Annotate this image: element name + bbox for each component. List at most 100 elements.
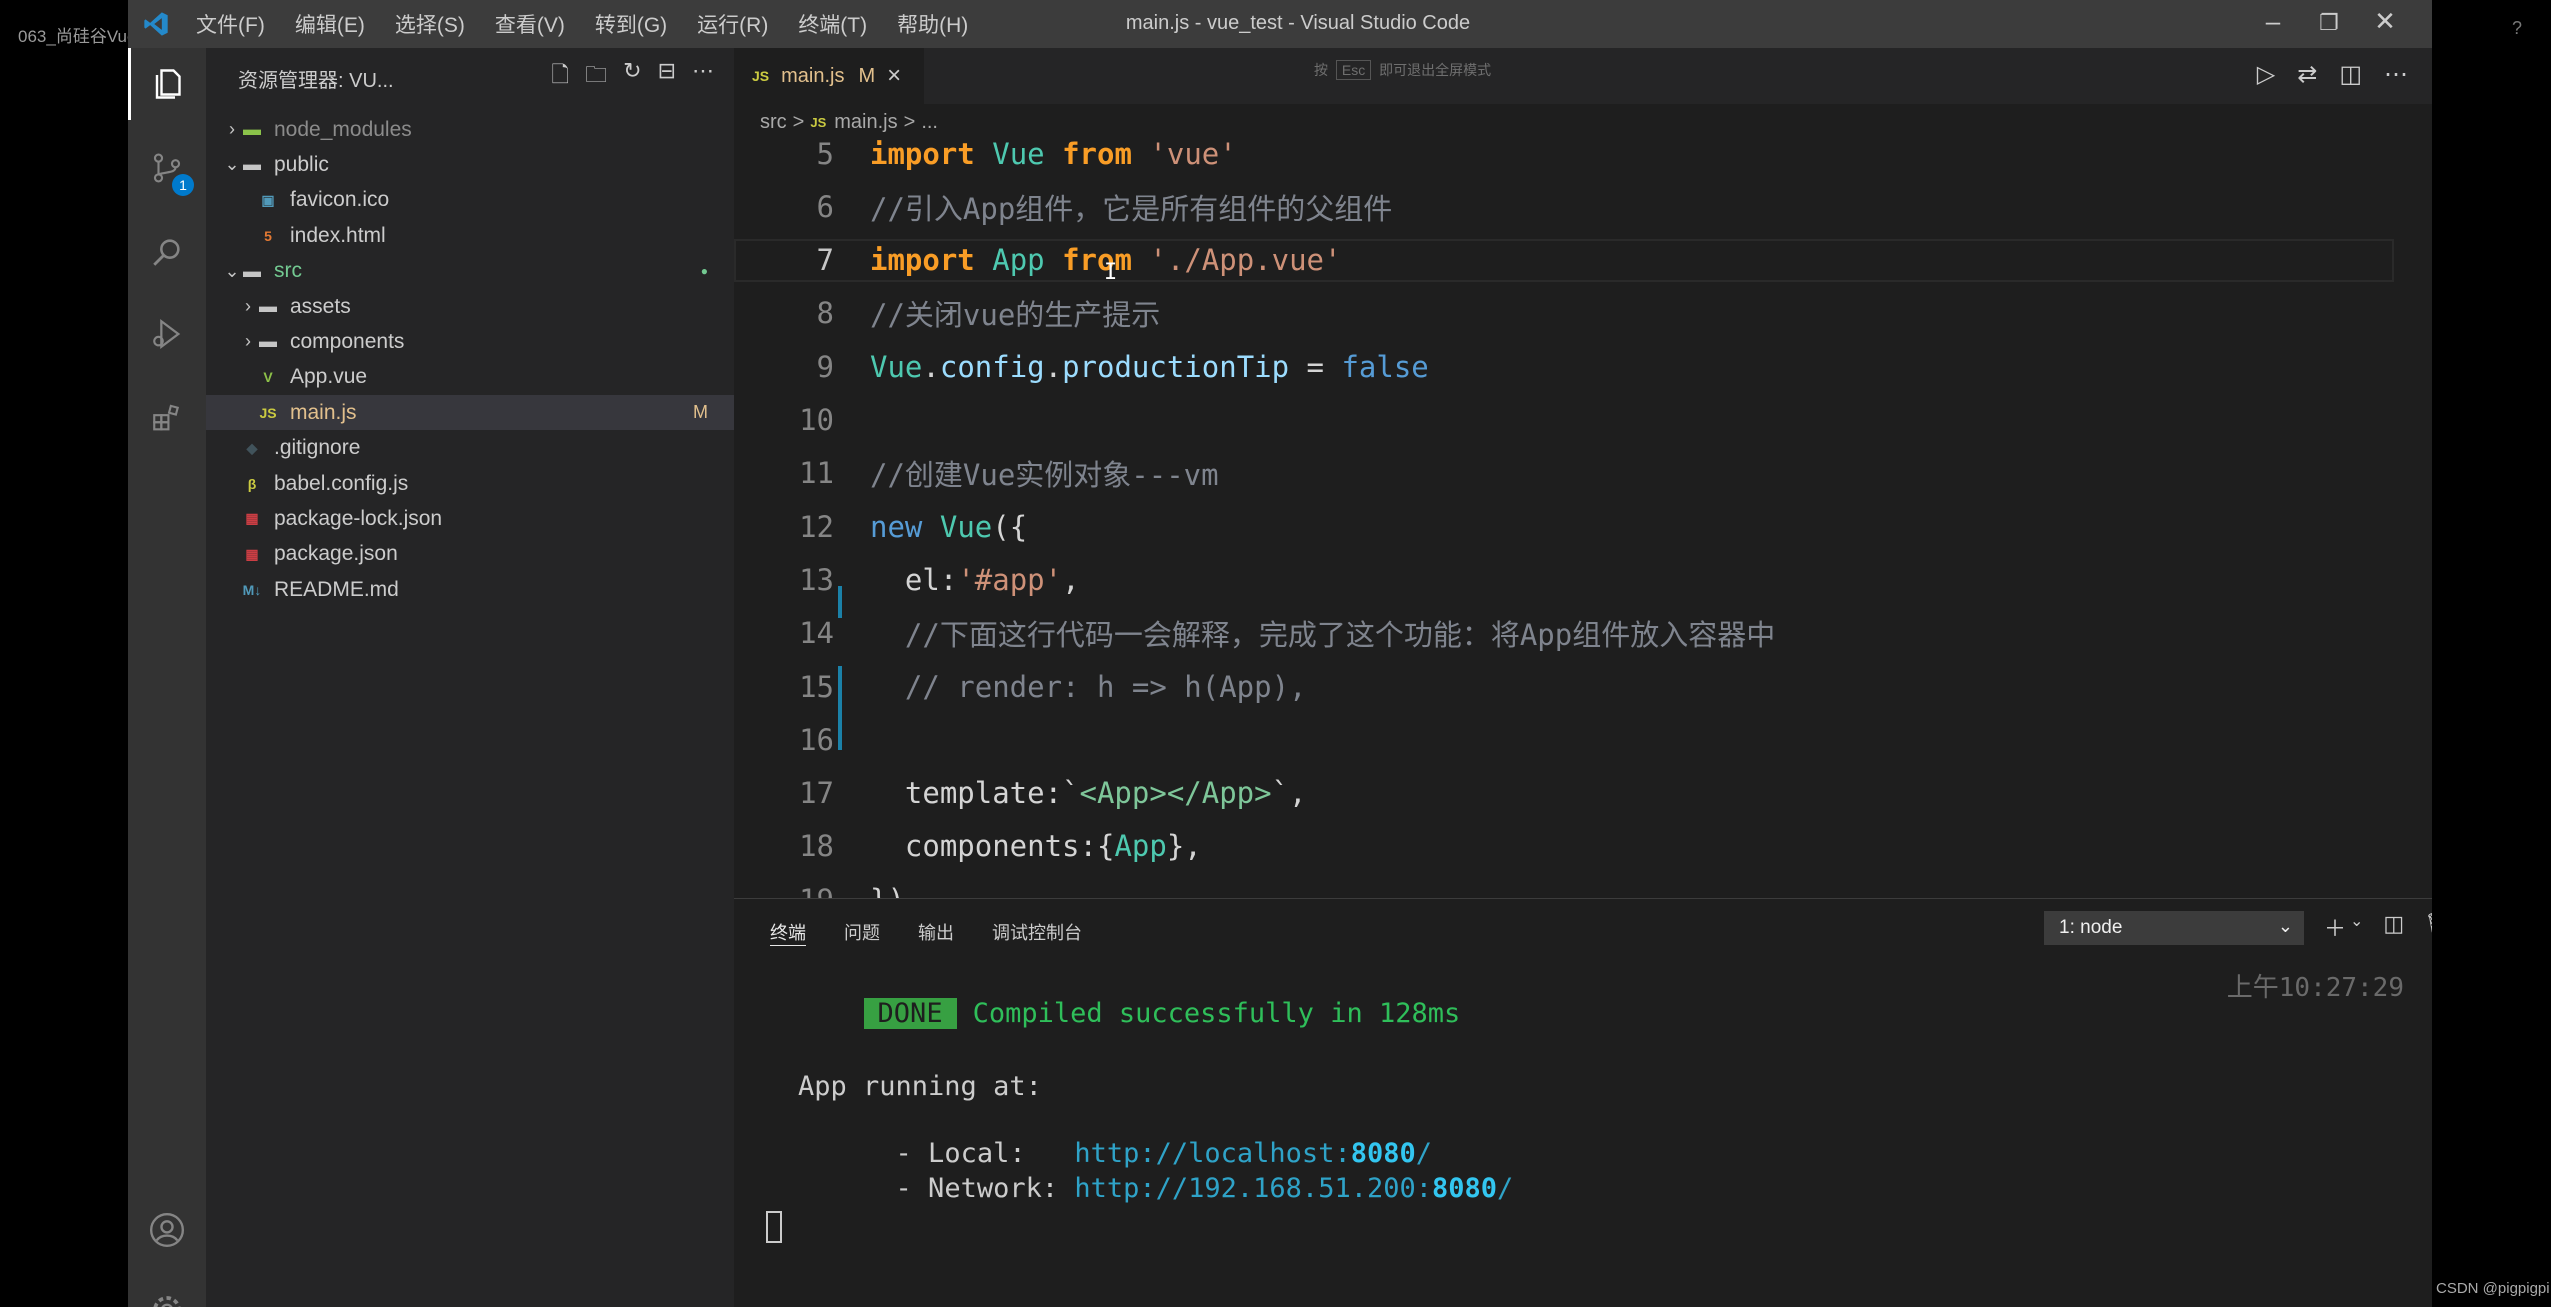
code-line[interactable]: 10 [734, 399, 2394, 442]
accounts-button[interactable] [128, 1194, 206, 1266]
tree-item[interactable]: JS main.js M [206, 395, 734, 431]
code-token: Vue [870, 349, 923, 384]
menu-item[interactable]: 查看(V) [495, 9, 565, 39]
tree-item-label: package.json [274, 542, 398, 566]
tree-item[interactable]: M↓ README.md [206, 572, 734, 607]
chevron-down-icon[interactable]: ⌄ [2350, 911, 2363, 943]
menu-item[interactable]: 终端(T) [798, 9, 867, 39]
code-line[interactable]: 12 new Vue({ [734, 505, 2394, 548]
network-url-host: http://192.168.51.200: [1074, 1173, 1432, 1204]
tree-item[interactable]: 5 index.html [206, 218, 734, 253]
code-line[interactable]: 8 //关闭vue的生产提示 [734, 292, 2394, 335]
explorer-toolbar: 🗋 🗀 ↻ ⊟ ⋯ [551, 58, 714, 96]
code-line[interactable]: 6 //引入App组件，它是所有组件的父组件 [734, 185, 2394, 228]
explorer-button[interactable] [128, 48, 206, 120]
js-file-icon: JS [752, 68, 770, 84]
refresh-icon[interactable]: ↻ [623, 58, 641, 96]
more-actions-icon[interactable]: ⋯ [2384, 60, 2408, 89]
new-terminal-icon[interactable]: ＋ [2324, 911, 2346, 943]
new-file-icon[interactable]: 🗋 [551, 58, 569, 96]
tree-item[interactable]: ⌄ ▬ src ● [206, 254, 734, 289]
code-token: . [1044, 349, 1063, 384]
tree-item[interactable]: ⌄ ▬ public [206, 147, 734, 182]
tree-item[interactable]: V App.vue [206, 360, 734, 395]
npm-file-icon: ▦ [245, 545, 259, 562]
done-badge: DONE [863, 998, 957, 1029]
collapse-all-icon[interactable]: ⊟ [658, 58, 676, 96]
menu-item[interactable]: 编辑(E) [295, 9, 365, 39]
panel-tab[interactable]: 输出 [918, 919, 954, 946]
search-button[interactable] [128, 216, 206, 288]
tree-item[interactable]: › ▬ components [206, 324, 734, 359]
extensions-button[interactable] [128, 382, 206, 454]
source-control-button[interactable]: 1 [128, 132, 206, 204]
tree-item[interactable]: › ▬ assets [206, 289, 734, 324]
tree-item[interactable]: ▦ package-lock.json [206, 501, 734, 536]
code-token: `, [1271, 776, 1307, 811]
breadcrumb-symbol[interactable]: ... [921, 111, 938, 134]
panel-tab[interactable]: 问题 [844, 919, 880, 946]
network-url-link[interactable]: http://192.168.51.200:8080/ [1074, 1173, 1513, 1204]
trash-icon[interactable]: 🗑 [2424, 911, 2432, 943]
menu-item[interactable]: 文件(F) [196, 9, 265, 39]
line-number: 18 [799, 829, 834, 864]
code-line[interactable]: 13 el: '#app', [734, 558, 2394, 601]
hint-prefix: 按 [1314, 62, 1328, 78]
tree-item[interactable]: ▦ package.json [206, 537, 734, 572]
code-line[interactable]: 14 //下面这行代码一会解释，完成了这个功能：将App组件放入容器中 [734, 612, 2394, 655]
menu-item[interactable]: 转到(G) [595, 9, 667, 39]
close-window-button[interactable]: ✕ [2360, 6, 2410, 37]
panel-tab[interactable]: 终端 [770, 919, 806, 946]
code-token: productionTip [1062, 349, 1290, 384]
run-icon[interactable]: ▷ [2257, 60, 2275, 89]
panel-tab[interactable]: 调试控制台 [992, 919, 1082, 946]
compare-changes-icon[interactable]: ⇄ [2297, 60, 2317, 89]
git-status-badge: ● [700, 264, 708, 279]
code-line[interactable]: 5 import Vue from 'vue' [734, 140, 2394, 175]
html-file-icon: 5 [264, 227, 272, 244]
tab-main-js[interactable]: JS main.js M × [734, 48, 924, 104]
tab-close-icon[interactable]: × [887, 62, 901, 90]
code-line[interactable]: 7 import App from './App.vue' [734, 239, 2394, 282]
code-editor[interactable]: 5 import Vue from 'vue' 6 //引入App组件，它是所有组件的… [734, 140, 2432, 898]
chevron-down-icon: ⌄ [224, 260, 240, 281]
tree-item[interactable]: β babel.config.js [206, 466, 734, 501]
code-token: import [870, 140, 975, 171]
compiled-message: Compiled successfully in 128ms [972, 998, 1461, 1029]
code-token: import [870, 243, 975, 278]
search-icon [153, 239, 180, 266]
tree-item-label: babel.config.js [274, 471, 409, 495]
code-line[interactable]: 17 template:` <App></App> `, [734, 772, 2394, 815]
code-line[interactable]: 11 //创建Vue实例对象---vm [734, 452, 2394, 495]
tree-item-label: src [274, 259, 302, 283]
code-line[interactable]: 15 // render: h => h(App), [734, 665, 2394, 708]
tree-item[interactable]: ◆ .gitignore [206, 431, 734, 466]
new-folder-icon[interactable]: 🗀 [585, 58, 607, 96]
menu-item[interactable]: 选择(S) [395, 9, 465, 39]
terminal-select[interactable]: 1: node ⌄ [2044, 911, 2304, 945]
change-gutter-mark [838, 666, 842, 750]
more-actions-icon[interactable]: ⋯ [692, 58, 714, 96]
restore-button[interactable]: ❐ [2304, 10, 2354, 36]
code-line[interactable]: 9 Vue. config. productionTip = false [734, 345, 2394, 388]
code-token: '#app' [957, 562, 1063, 597]
code-token: <App></App> [1079, 776, 1272, 811]
code-line[interactable]: 18 components:{App}, [734, 825, 2394, 868]
gear-icon [153, 1296, 181, 1307]
code-line[interactable]: 16 [734, 718, 2394, 761]
menu-item[interactable]: 运行(R) [697, 9, 768, 39]
run-debug-button[interactable] [128, 298, 206, 370]
run-debug-icon [153, 318, 181, 350]
tree-item[interactable]: › ▬ node_modules [206, 112, 734, 147]
breadcrumb-file[interactable]: main.js [834, 111, 897, 134]
split-terminal-icon[interactable]: ◫ [2383, 911, 2404, 943]
line-number: 10 [799, 403, 834, 437]
minimize-button[interactable]: – [2248, 6, 2298, 37]
split-editor-icon[interactable]: ◫ [2339, 60, 2362, 89]
manage-button[interactable] [128, 1274, 206, 1307]
code-token: template:` [870, 776, 1080, 811]
tree-item[interactable]: ▣ favicon.ico [206, 183, 734, 218]
code-line[interactable]: 19}) [734, 878, 2394, 898]
panel-tabs: 终端 问题 输出 调试控制台 [770, 919, 1082, 946]
breadcrumb-src[interactable]: src [760, 111, 787, 134]
